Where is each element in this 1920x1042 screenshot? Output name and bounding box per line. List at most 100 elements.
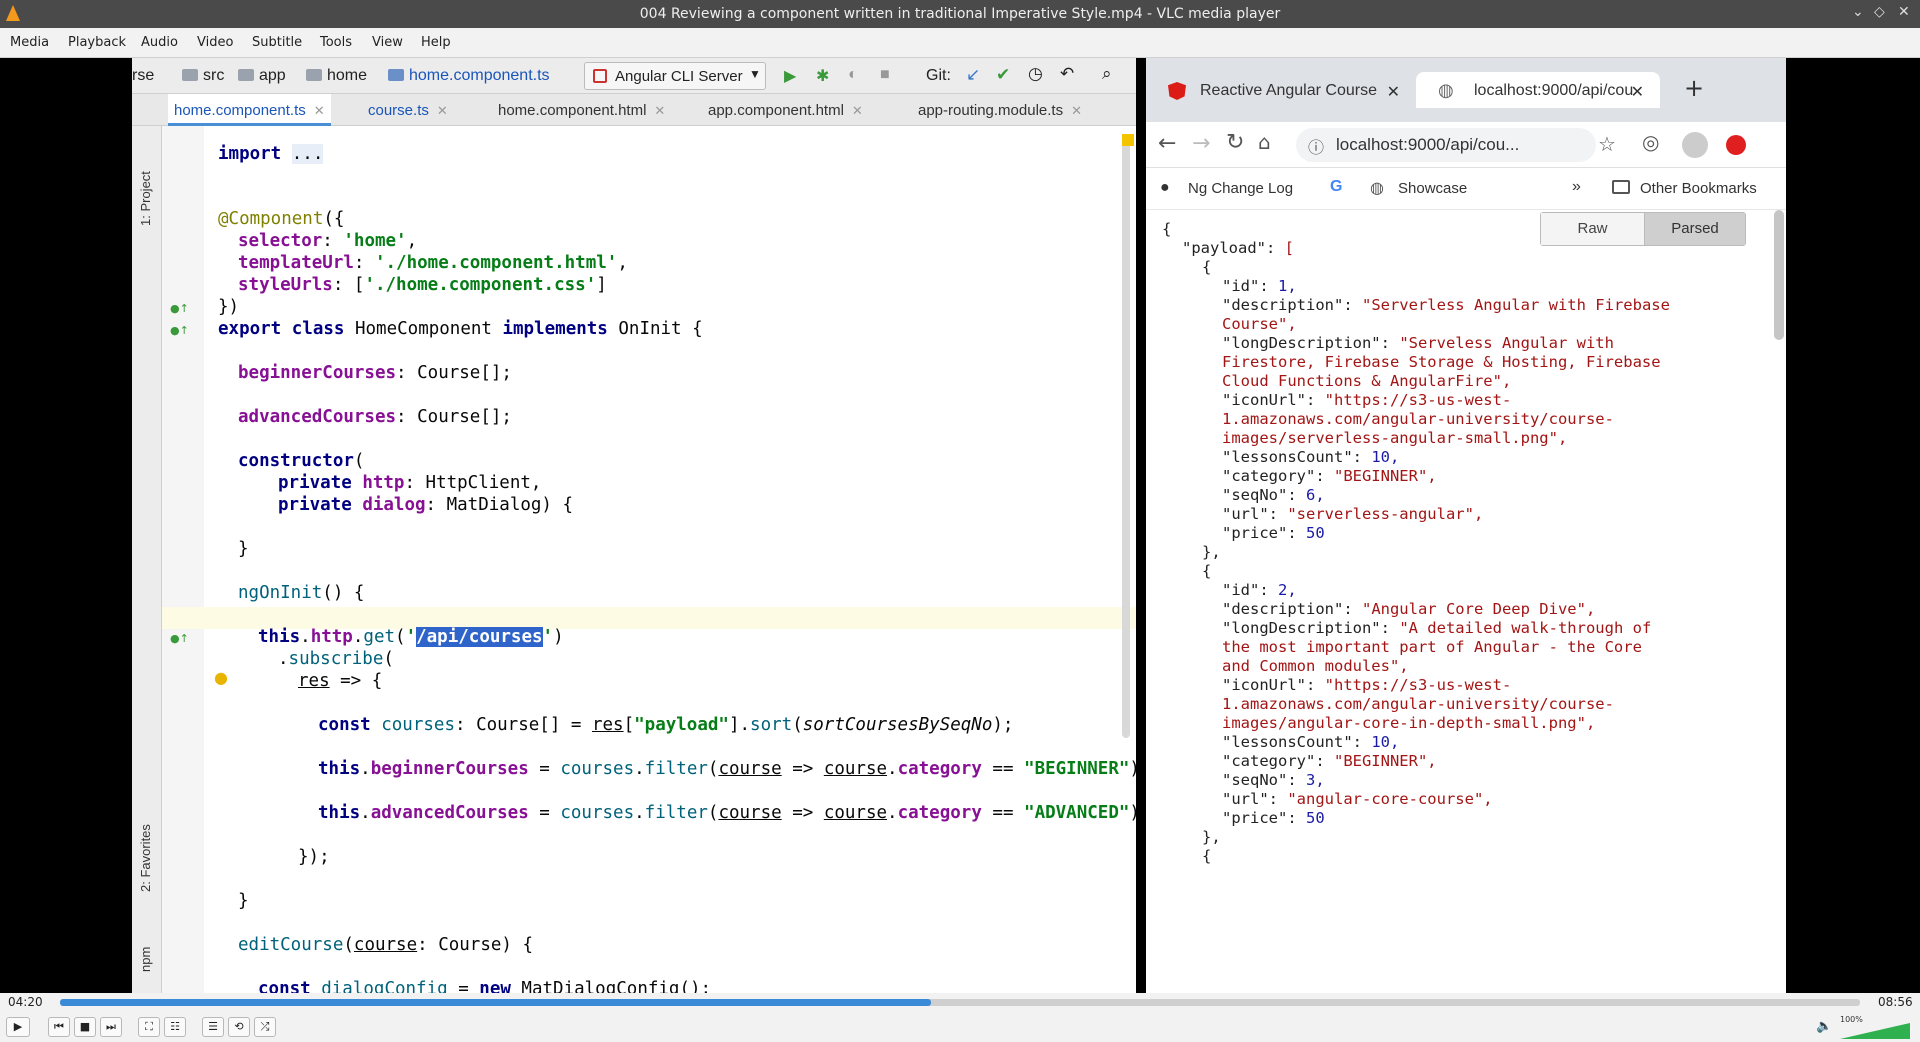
volume-slider[interactable]: 100%	[1840, 1015, 1910, 1039]
implements-marker-icon[interactable]: ●↑	[170, 632, 189, 645]
breadcrumb-file[interactable]: home.component.ts	[388, 67, 550, 85]
tool-favorites[interactable]: 2: Favorites	[138, 824, 153, 892]
breadcrumb-home[interactable]: home	[306, 67, 367, 85]
google-icon[interactable]: G	[1330, 178, 1342, 196]
new-tab-icon[interactable]: +	[1684, 74, 1704, 102]
json-line: {	[1202, 562, 1212, 580]
next-icon[interactable]: ⏭	[100, 1017, 122, 1037]
code-line: const dialogConfig = new MatDialogConfig…	[258, 979, 712, 993]
code-line: styleUrls: ['./home.component.css']	[238, 275, 607, 295]
reload-icon[interactable]: ↻	[1226, 130, 1244, 155]
git-history-icon[interactable]: ◷	[1028, 64, 1043, 84]
coverage-icon[interactable]: ◐	[848, 66, 858, 84]
search-icon[interactable]: ⌕	[1102, 64, 1112, 84]
tab-label: app.component.html	[708, 102, 844, 119]
close-icon[interactable]: ✕	[654, 103, 665, 118]
tab-home-component-html[interactable]: home.component.html ✕	[492, 94, 671, 126]
close-icon[interactable]: ✕	[852, 103, 863, 118]
warning-marker-icon[interactable]	[1122, 134, 1134, 146]
stop-icon[interactable]: ■	[74, 1017, 96, 1037]
browser-tab-reactive-angular-course[interactable]: Reactive Angular Course ✕	[1146, 72, 1416, 108]
extension-red-icon[interactable]	[1726, 135, 1746, 155]
loop-icon[interactable]: ⟲	[228, 1017, 250, 1037]
stop-icon[interactable]: ■	[880, 66, 890, 84]
minimize-icon[interactable]: ⌄	[1852, 4, 1864, 20]
window-title: 004 Reviewing a component written in tra…	[639, 6, 1281, 22]
star-icon[interactable]: ☆	[1598, 132, 1616, 156]
browser-tab-label: Reactive Angular Course	[1200, 82, 1377, 99]
tab-app-component-html[interactable]: app.component.html ✕	[702, 94, 869, 126]
close-icon[interactable]: ✕	[1898, 4, 1910, 20]
code-line: this.advancedCourses = courses.filter(co…	[318, 803, 1136, 823]
override-marker-icon[interactable]: ●↑	[170, 302, 189, 315]
angular-logo-icon	[1168, 82, 1186, 100]
git-revert-icon[interactable]: ↶	[1060, 64, 1074, 84]
speaker-icon[interactable]: 🔈	[1816, 1019, 1832, 1034]
extension-icon[interactable]: ◎	[1642, 130, 1659, 154]
maximize-icon[interactable]: ◇	[1874, 4, 1885, 20]
bookmark-showcase[interactable]: Showcase	[1398, 180, 1467, 197]
bookmarks-bar: ● Ng Change Log G ◍ Showcase » Other Boo…	[1146, 168, 1786, 210]
play-icon[interactable]: ▶	[6, 1017, 30, 1037]
playlist-icon[interactable]: ☰	[202, 1017, 224, 1037]
address-text: localhost:9000/api/cou...	[1336, 135, 1520, 154]
home-icon[interactable]: ⌂	[1258, 130, 1271, 154]
back-icon[interactable]: ←	[1158, 131, 1176, 156]
breadcrumb-src[interactable]: src	[182, 67, 224, 85]
folder-icon	[182, 69, 198, 81]
browser-window: Reactive Angular Course ✕ ◍ localhost:90…	[1146, 58, 1786, 993]
menu-tools[interactable]: Tools	[320, 35, 352, 50]
split-divider	[1136, 58, 1146, 993]
breadcrumb-app[interactable]: app	[238, 67, 286, 85]
git-commit-icon[interactable]: ✔	[996, 65, 1010, 85]
close-icon[interactable]: ✕	[1387, 82, 1400, 102]
editor-scrollbar[interactable]	[1122, 138, 1130, 738]
json-viewer[interactable]: {"payload": [{"id": 1, "description": "Se…	[1146, 210, 1770, 993]
more-bookmarks-icon[interactable]: »	[1572, 178, 1581, 196]
debug-icon[interactable]: ✱	[816, 66, 829, 86]
code-line: beginnerCourses: Course[];	[238, 363, 512, 383]
tab-label: course.ts	[368, 102, 429, 119]
menu-audio[interactable]: Audio	[141, 35, 178, 50]
profile-avatar[interactable]	[1682, 132, 1708, 158]
override-marker-icon[interactable]: ●↑	[170, 324, 189, 337]
code-editor[interactable]: import ... @Component({ selector: 'home'…	[204, 126, 1136, 993]
total-time: 08:56	[1878, 995, 1913, 1009]
fullscreen-icon[interactable]: ⛶	[138, 1017, 160, 1037]
tool-project[interactable]: 1: Project	[138, 171, 153, 226]
git-update-icon[interactable]: ↙	[966, 65, 980, 85]
address-bar[interactable]: ⓘ localhost:9000/api/cou...	[1296, 128, 1596, 162]
close-icon[interactable]: ✕	[1631, 82, 1644, 102]
ts-file-icon	[388, 69, 404, 81]
bookmark-ng-change-log[interactable]: Ng Change Log	[1188, 180, 1293, 197]
tab-course-ts[interactable]: course.ts ✕	[362, 94, 454, 126]
forward-icon[interactable]: →	[1192, 131, 1210, 156]
tool-npm[interactable]: npm	[138, 947, 153, 972]
previous-icon[interactable]: ⏮	[48, 1017, 70, 1037]
run-icon[interactable]: ▶	[784, 66, 796, 86]
code-line: .subscribe(	[278, 649, 394, 669]
ide-tool-strip: 1: Project 2: Favorites npm ucture	[132, 126, 162, 993]
seek-slider[interactable]	[60, 999, 1860, 1006]
browser-scrollbar[interactable]	[1774, 210, 1784, 340]
code-line: this.http.get('/api/courses')	[258, 627, 564, 647]
breadcrumb-rse[interactable]: rse	[132, 67, 154, 85]
menu-view[interactable]: View	[372, 35, 403, 50]
menu-help[interactable]: Help	[421, 35, 451, 50]
browser-tab-localhost[interactable]: ◍ localhost:9000/api/cou ✕	[1416, 72, 1660, 108]
menu-subtitle[interactable]: Subtitle	[252, 35, 302, 50]
code-line: this.beginnerCourses = courses.filter(co…	[318, 759, 1136, 779]
json-line: {	[1202, 258, 1212, 276]
close-icon[interactable]: ✕	[437, 103, 448, 118]
menu-playback[interactable]: Playback	[68, 35, 126, 50]
menu-video[interactable]: Video	[197, 35, 233, 50]
close-icon[interactable]: ✕	[1071, 103, 1082, 118]
close-icon[interactable]: ✕	[314, 103, 325, 118]
tab-app-routing-module-ts[interactable]: app-routing.module.ts ✕	[912, 94, 1088, 126]
bookmark-other-bookmarks[interactable]: Other Bookmarks	[1640, 180, 1757, 197]
run-config-dropdown[interactable]: Angular CLI Server ▼	[584, 62, 766, 90]
tab-home-component-ts[interactable]: home.component.ts ✕	[168, 94, 331, 126]
menu-media[interactable]: Media	[10, 35, 49, 50]
extended-settings-icon[interactable]: ☷	[164, 1017, 186, 1037]
shuffle-icon[interactable]: ⤮	[254, 1017, 276, 1037]
